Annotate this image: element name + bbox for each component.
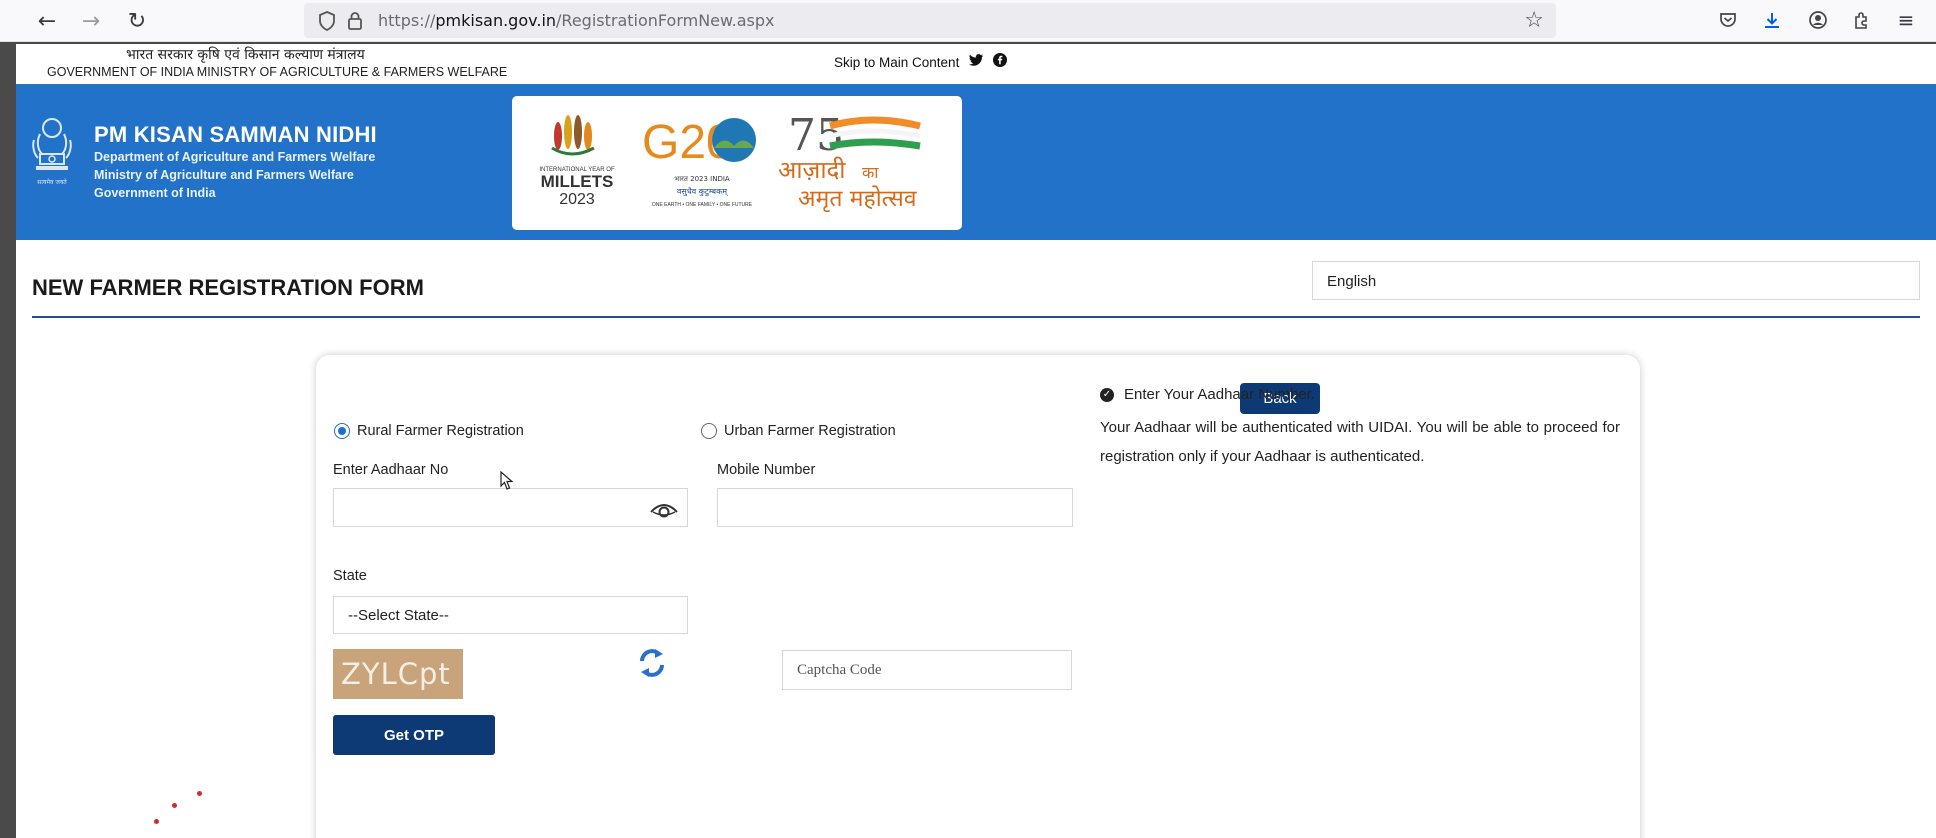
g20-logo: G20 भारत 2023 INDIA वसुधैव कुटुम्बकम् ON… — [642, 116, 756, 208]
millets-title: MILLETS — [541, 172, 614, 191]
reload-icon[interactable]: ↻ — [122, 6, 152, 36]
aadhaar-input[interactable] — [334, 489, 687, 526]
check-circle-icon: ✓ — [1100, 387, 1114, 402]
bookmark-star-icon[interactable]: ☆ — [1524, 8, 1544, 33]
event-logos-image: INTERNATIONAL YEAR OF MILLETS 2023 G20 भ… — [539, 110, 921, 213]
header-line-ministry: Ministry of Agriculture and Farmers Welf… — [94, 168, 354, 182]
millets-logo: INTERNATIONAL YEAR OF MILLETS 2023 — [539, 115, 615, 208]
captcha-field[interactable] — [782, 650, 1072, 690]
menu-icon[interactable]: ≡ — [1890, 4, 1922, 36]
get-otp-button[interactable]: Get OTP — [333, 715, 495, 755]
state-select[interactable]: --Select State-- — [333, 596, 688, 634]
azadi-ka-amrit-mahotsav-logo: 75 आज़ादी का अमृत महोत्सव — [778, 110, 921, 213]
url-host: pmkisan.gov.in — [435, 11, 557, 30]
account-icon[interactable] — [1802, 4, 1834, 36]
loading-dot — [154, 819, 159, 824]
emblem-caption: सत्यमेव जयते — [37, 178, 67, 186]
g20-hindi-motto: वसुधैव कुटुम्बकम् — [677, 186, 729, 197]
header-line-government: Government of India — [94, 186, 216, 200]
g20-motto: ONE EARTH • ONE FAMILY • ONE FUTURE — [652, 202, 753, 208]
info-heading-text: Enter Your Aadhaar Number. — [1124, 386, 1315, 403]
header-line-department: Department of Agriculture and Farmers We… — [94, 150, 376, 164]
back-arrow-icon[interactable]: ← — [32, 6, 62, 36]
forward-arrow-icon[interactable]: → — [76, 6, 106, 36]
title-divider — [32, 316, 1920, 318]
lock-icon[interactable] — [344, 11, 366, 30]
extensions-icon[interactable] — [1846, 4, 1878, 36]
twitter-icon[interactable] — [969, 54, 984, 70]
urban-radio[interactable] — [701, 423, 717, 439]
address-bar[interactable]: https://pmkisan.gov.in/RegistrationFormN… — [304, 3, 1556, 38]
gov-english-text: GOVERNMENT OF INDIA MINISTRY OF AGRICULT… — [47, 65, 508, 79]
shield-icon[interactable] — [316, 10, 338, 31]
web-page: भारत सरकार कृषि एवं किसान कल्याण मंत्राल… — [16, 44, 1936, 838]
state-label: State — [333, 568, 367, 584]
logos-card: INTERNATIONAL YEAR OF MILLETS 2023 G20 भ… — [512, 96, 962, 230]
gov-strip: भारत सरकार कृषि एवं किसान कल्याण मंत्राल… — [16, 44, 1936, 84]
azadi-text: आज़ादी — [778, 156, 846, 184]
national-emblem-icon: सत्यमेव जयते — [32, 118, 72, 186]
urban-registration-option[interactable]: Urban Farmer Registration — [701, 423, 896, 439]
skip-to-main-link[interactable]: Skip to Main Content — [834, 55, 959, 70]
site-header: सत्यमेव जयते PM KISAN SAMMAN NIDHI Depar… — [16, 84, 1936, 240]
rural-registration-option[interactable]: Rural Farmer Registration — [334, 423, 524, 439]
amrit-mahotsav-text: अमृत महोत्सव — [798, 185, 918, 213]
info-heading: ✓ Enter Your Aadhaar Number. — [1100, 386, 1315, 403]
show-password-eye-icon[interactable] — [649, 498, 679, 520]
pocket-icon[interactable] — [1712, 4, 1744, 36]
browser-toolbar: ← → ↻ https://pmkisan.gov.in/Registratio… — [0, 0, 1936, 42]
url-text[interactable]: https://pmkisan.gov.in/RegistrationFormN… — [378, 11, 775, 30]
urban-radio-label: Urban Farmer Registration — [724, 423, 896, 439]
aadhaar-label: Enter Aadhaar No — [333, 462, 449, 478]
captcha-input[interactable] — [783, 651, 1071, 689]
page-title: NEW FARMER REGISTRATION FORM — [32, 275, 424, 300]
gov-hindi-text: भारत सरकार कृषि एवं किसान कल्याण मंत्राल… — [126, 47, 365, 63]
g20-subtitle: भारत 2023 INDIA — [674, 175, 730, 183]
azadi-ka-text: का — [862, 163, 879, 182]
captcha-image: ZYLCpt — [333, 649, 463, 699]
site-title: PM KISAN SAMMAN NIDHI — [94, 122, 377, 147]
millets-year: 2023 — [559, 191, 595, 208]
rural-radio-label: Rural Farmer Registration — [357, 423, 524, 439]
refresh-captcha-icon[interactable] — [638, 647, 666, 679]
mobile-label: Mobile Number — [717, 462, 816, 478]
aadhaar-field[interactable] — [333, 488, 688, 527]
rural-radio[interactable] — [334, 423, 350, 439]
info-body-text: Your Aadhaar will be authenticated with … — [1100, 419, 1620, 465]
url-path: /RegistrationFormNew.aspx — [556, 11, 775, 30]
language-select[interactable]: English — [1312, 261, 1920, 300]
mobile-field[interactable] — [717, 488, 1073, 527]
url-scheme: https:// — [378, 11, 436, 30]
facebook-icon[interactable] — [993, 53, 1008, 71]
mobile-input[interactable] — [718, 489, 1072, 526]
loading-dot — [172, 803, 177, 808]
loading-dot — [197, 791, 202, 796]
mouse-cursor-icon — [500, 471, 514, 490]
download-icon[interactable] — [1756, 4, 1788, 36]
skip-links: Skip to Main Content — [834, 53, 1008, 71]
